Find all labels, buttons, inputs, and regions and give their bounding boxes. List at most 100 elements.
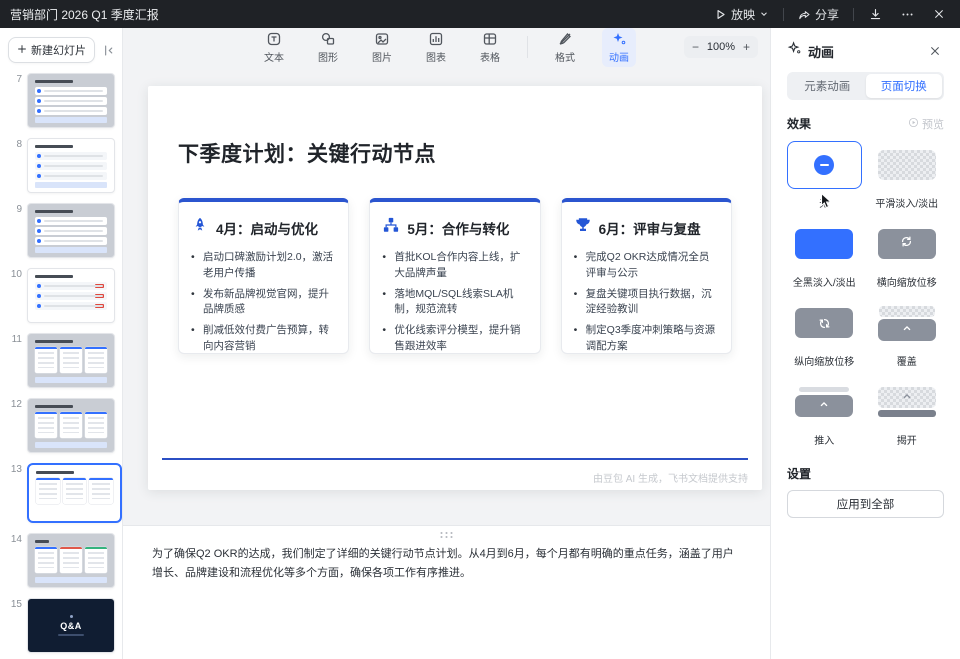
cover-back-layer bbox=[878, 305, 935, 317]
card-june[interactable]: 6月：评审与复盘 • 完成Q2 OKR达成情况全员评审与公示 • 复盘关键项目执行数… bbox=[560, 198, 732, 354]
thumb-decoration bbox=[29, 471, 120, 504]
zoom-out-button[interactable]: − bbox=[692, 41, 699, 53]
slide-number: 11 bbox=[11, 334, 22, 345]
zoom-in-button[interactable]: + bbox=[743, 41, 750, 53]
sidebar-header: 新建幻灯片 bbox=[0, 28, 122, 71]
transition-effects-grid: 无 平滑淡入/淡出 全黑淡入/淡出 横向缩放位移 纵向缩放位移 覆盖 推入 揭开 bbox=[787, 141, 944, 447]
tab-page-transition[interactable]: 页面切换 bbox=[865, 74, 942, 98]
table-tool-icon bbox=[482, 31, 498, 47]
preview-button[interactable]: 预览 bbox=[908, 116, 944, 132]
qa-label: Q&A bbox=[60, 621, 82, 631]
tool-animation[interactable]: 动画 bbox=[602, 27, 636, 67]
animation-tabs: 元素动画 页面切换 bbox=[787, 72, 944, 100]
thumb-decoration bbox=[28, 540, 114, 583]
slide-thumbnail-13-selected[interactable] bbox=[27, 463, 122, 523]
share-button[interactable]: 分享 bbox=[794, 4, 843, 25]
slide-divider-line[interactable] bbox=[162, 458, 748, 460]
slide-thumbnail-11[interactable] bbox=[27, 333, 115, 388]
black-fade-preview bbox=[795, 229, 854, 259]
rotate-horizontal-icon bbox=[900, 235, 913, 253]
current-slide[interactable]: 下季度计划：关键行动节点 4月：启动与优化 • 启动口碑激励计划2.0，激活老用户… bbox=[148, 86, 762, 490]
slide-canvas: 下季度计划：关键行动节点 4月：启动与优化 • 启动口碑激励计划2.0，激活老用户… bbox=[123, 66, 770, 525]
trophy-icon bbox=[574, 216, 592, 239]
plus-icon bbox=[17, 44, 27, 57]
thumb-decoration bbox=[28, 405, 114, 448]
ai-watermark: 由豆包 AI 生成，飞书文档提供支持 bbox=[592, 474, 748, 485]
chevron-down-icon bbox=[759, 9, 769, 19]
rotate-vertical-icon bbox=[818, 317, 831, 330]
tool-format[interactable]: 格式 bbox=[548, 28, 582, 67]
animation-tool-icon bbox=[611, 31, 627, 47]
slide-number: 10 bbox=[10, 269, 22, 280]
close-panel-icon[interactable] bbox=[926, 42, 944, 60]
close-window-button[interactable] bbox=[928, 4, 950, 24]
download-button[interactable] bbox=[864, 4, 886, 24]
slide-thumbnail-7[interactable] bbox=[27, 73, 115, 128]
tool-shape[interactable]: 图形 bbox=[311, 28, 345, 67]
collapse-sidebar-icon[interactable] bbox=[100, 42, 116, 58]
divider bbox=[782, 7, 784, 21]
card-april[interactable]: 4月：启动与优化 • 启动口碑激励计划2.0，激活老用户传播 • 发布新品牌视觉官网… bbox=[178, 198, 350, 354]
card-may[interactable]: 5月：合作与转化 • 首批KOL合作内容上线，扩大品牌声量 • 落地MQL/SQL线… bbox=[369, 198, 541, 354]
slide-thumbnail-9[interactable] bbox=[27, 203, 115, 258]
effect-smooth-fade[interactable]: 平滑淡入/淡出 bbox=[870, 141, 945, 210]
slide-thumbnail-8[interactable] bbox=[27, 138, 115, 193]
slide-thumbnail-15[interactable]: Q&A bbox=[27, 598, 115, 653]
more-button[interactable] bbox=[896, 4, 918, 24]
effect-black-fade[interactable]: 全黑淡入/淡出 bbox=[787, 220, 862, 289]
effect-horizontal-zoom[interactable]: 横向缩放位移 bbox=[870, 220, 945, 289]
present-button[interactable]: 放映 bbox=[710, 4, 773, 25]
thumb-decoration bbox=[28, 80, 114, 123]
divider bbox=[853, 7, 854, 21]
notes-drag-handle[interactable] bbox=[439, 531, 455, 538]
push-back-layer bbox=[799, 387, 850, 392]
toolbar-divider bbox=[527, 36, 528, 58]
tab-element-animation[interactable]: 元素动画 bbox=[789, 74, 866, 98]
sitemap-icon bbox=[382, 216, 400, 239]
slide-thumbnail-12[interactable] bbox=[27, 398, 115, 453]
titlebar-actions: 放映 分享 bbox=[710, 4, 950, 25]
animation-panel-icon bbox=[787, 41, 802, 61]
shape-tool-icon bbox=[320, 31, 336, 47]
slide-cards: 4月：启动与优化 • 启动口碑激励计划2.0，激活老用户传播 • 发布新品牌视觉官网… bbox=[178, 198, 732, 354]
apply-to-all-button[interactable]: 应用到全部 bbox=[787, 490, 944, 518]
thumb-decoration bbox=[28, 340, 114, 383]
fade-preview bbox=[877, 150, 936, 180]
settings-label: 设置 bbox=[787, 467, 812, 481]
thumbnail-list: 7 8 9 10 11 12 13 14 15 Q&A bbox=[0, 71, 122, 659]
tool-chart[interactable]: 图表 bbox=[419, 28, 453, 67]
new-slide-button[interactable]: 新建幻灯片 bbox=[8, 37, 95, 63]
effect-push[interactable]: 推入 bbox=[787, 378, 862, 447]
slide-title[interactable]: 下季度计划：关键行动节点 bbox=[178, 138, 732, 168]
tool-image[interactable]: 图片 bbox=[365, 28, 399, 67]
thumb-decoration bbox=[69, 615, 73, 618]
slide-number: 15 bbox=[10, 599, 22, 610]
tool-table[interactable]: 表格 bbox=[473, 28, 507, 67]
slide-thumbnail-10[interactable] bbox=[27, 268, 115, 323]
share-icon bbox=[798, 8, 811, 21]
reveal-bottom-layer bbox=[877, 410, 936, 417]
effect-none-selected[interactable]: 无 bbox=[787, 141, 862, 210]
format-tool-icon bbox=[557, 31, 573, 47]
slide-number: 14 bbox=[10, 534, 22, 545]
notes-text[interactable]: 为了确保Q2 OKR的达成，我们制定了详细的关键行动节点计划。从4月到6月，每个… bbox=[152, 545, 742, 584]
chevron-up-icon bbox=[901, 321, 913, 339]
thumb-decoration bbox=[58, 634, 84, 636]
panel-title: 动画 bbox=[808, 44, 835, 60]
zoom-level: 100% bbox=[706, 41, 736, 53]
play-icon bbox=[714, 8, 727, 21]
effects-label: 效果 bbox=[787, 117, 812, 131]
main-area: 新建幻灯片 7 8 9 10 11 12 13 14 15 Q&A 文本 图形 … bbox=[0, 27, 960, 659]
app-window: 营销部门 2026 Q1 季度汇报 放映 分享 新建幻灯片 7 8 9 10 1… bbox=[0, 0, 960, 659]
tool-text[interactable]: 文本 bbox=[257, 28, 291, 67]
slide-thumbnail-14[interactable] bbox=[27, 533, 115, 588]
effect-cover[interactable]: 覆盖 bbox=[870, 299, 945, 368]
effect-vertical-zoom[interactable]: 纵向缩放位移 bbox=[787, 299, 862, 368]
speaker-notes: 为了确保Q2 OKR的达成，我们制定了详细的关键行动节点计划。从4月到6月，每个… bbox=[123, 525, 770, 659]
text-tool-icon bbox=[266, 31, 282, 47]
effect-reveal[interactable]: 揭开 bbox=[870, 378, 945, 447]
chart-tool-icon bbox=[428, 31, 444, 47]
thumb-decoration bbox=[28, 275, 114, 310]
editor-center: 文本 图形 图片 图表 表格 格式 动画 − 100% + 下季度计划：关键行动… bbox=[123, 27, 770, 659]
slide-number: 8 bbox=[16, 139, 22, 150]
